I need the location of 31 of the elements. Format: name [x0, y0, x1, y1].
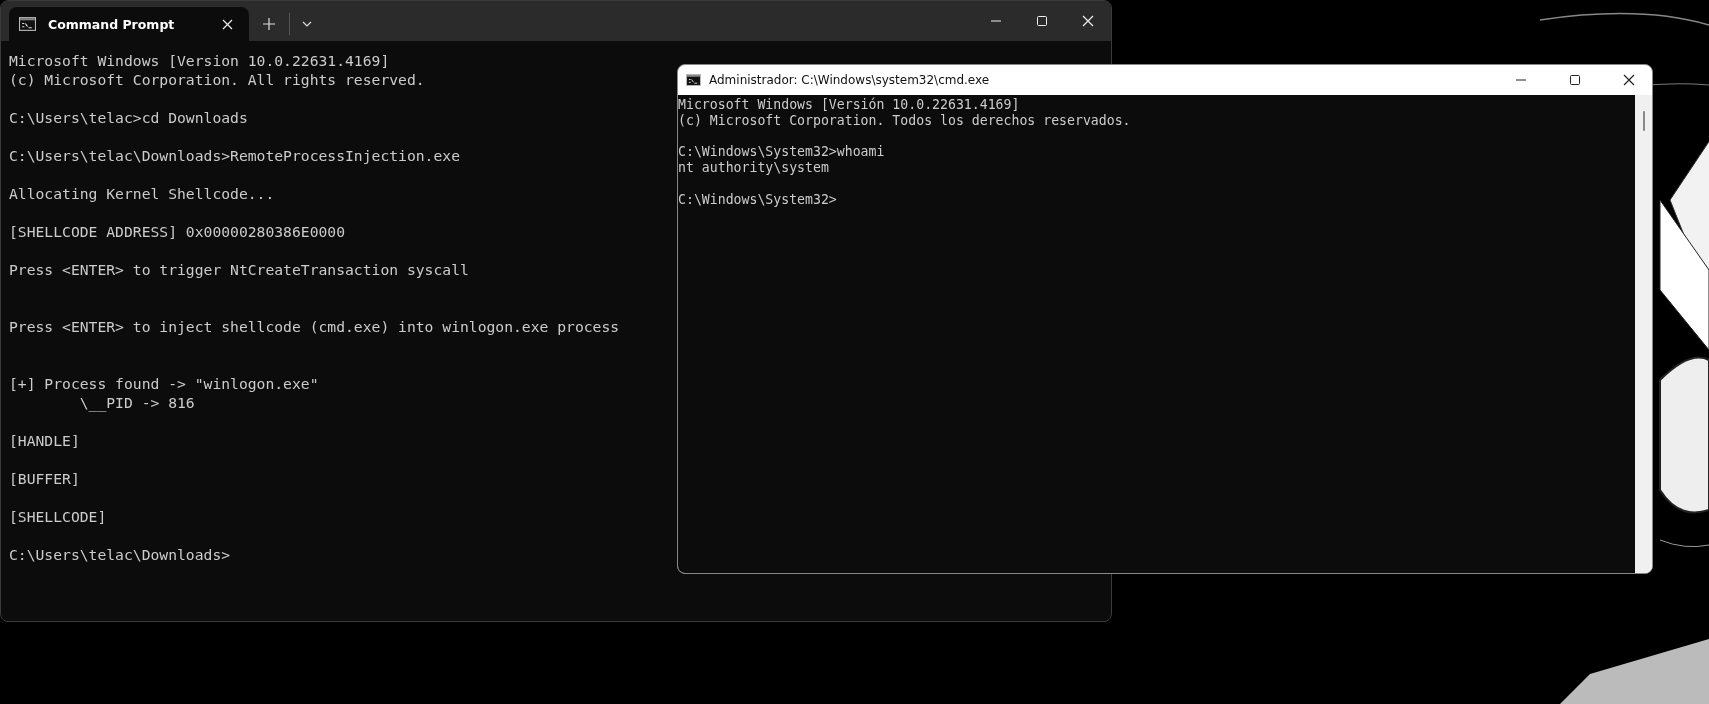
console-output-line: (c) Microsoft Corporation. All rights reserved.: [9, 70, 425, 89]
console-output-line: nt authority\system: [678, 160, 829, 176]
close-icon: [1623, 74, 1635, 86]
maximize-icon: [1569, 74, 1581, 86]
terminal-tab[interactable]: Command Prompt: [9, 7, 249, 41]
plus-icon: [262, 17, 276, 31]
console-output-line: \__PID -> 816: [78, 393, 195, 412]
console-output-line: [SHELLCODE ADDRESS] 0x00000280386E0000: [9, 222, 346, 241]
console-output-line: (c) Microsoft Corporation. Todos los derechos reservados.: [678, 112, 1131, 129]
console-output-line: C:\Windows\System32>whoami: [678, 144, 885, 161]
window-title: Administrador: C:\Windows\system32\cmd.exe: [709, 73, 991, 87]
close-icon: [1082, 15, 1094, 27]
console-output-line: Microsoft Windows [Version 10.0.22631.4169]: [9, 51, 390, 70]
scrollbar[interactable]: [1635, 95, 1652, 573]
console-output-line: C:\Users\telac\Downloads>: [9, 545, 231, 564]
console-output-line: Press <ENTER> to inject shellcode (cmd.exe) into winlogon.exe process: [9, 317, 620, 336]
console-output-line: C:\Windows\System32>: [678, 191, 837, 208]
console-output-line: C:\Users\telac>cd Downloads: [9, 108, 248, 127]
console-output-line: [HANDLE]: [9, 431, 80, 450]
console-output-line: [+] Process found -> "winlogon.exe": [9, 374, 319, 393]
close-icon: [221, 18, 233, 30]
console-output-line: C:\Users\telac\Downloads>RemoteProcessInjection.exe: [9, 146, 460, 165]
console-output-line: Press <ENTER> to trigger NtCreateTransaction syscall: [9, 260, 469, 279]
console-output-line: Microsoft Windows [Versión 10.0.22631.4169]: [678, 97, 1020, 113]
console-icon: [19, 17, 36, 31]
console-output-line: [BUFFER]: [9, 469, 80, 488]
chevron-down-icon: [301, 20, 313, 28]
maximize-icon: [1036, 15, 1048, 27]
console-output-line: Allocating Kernel Shellcode...: [9, 184, 275, 203]
console-output-line: [SHELLCODE]: [9, 507, 107, 526]
console-icon: [686, 74, 701, 86]
